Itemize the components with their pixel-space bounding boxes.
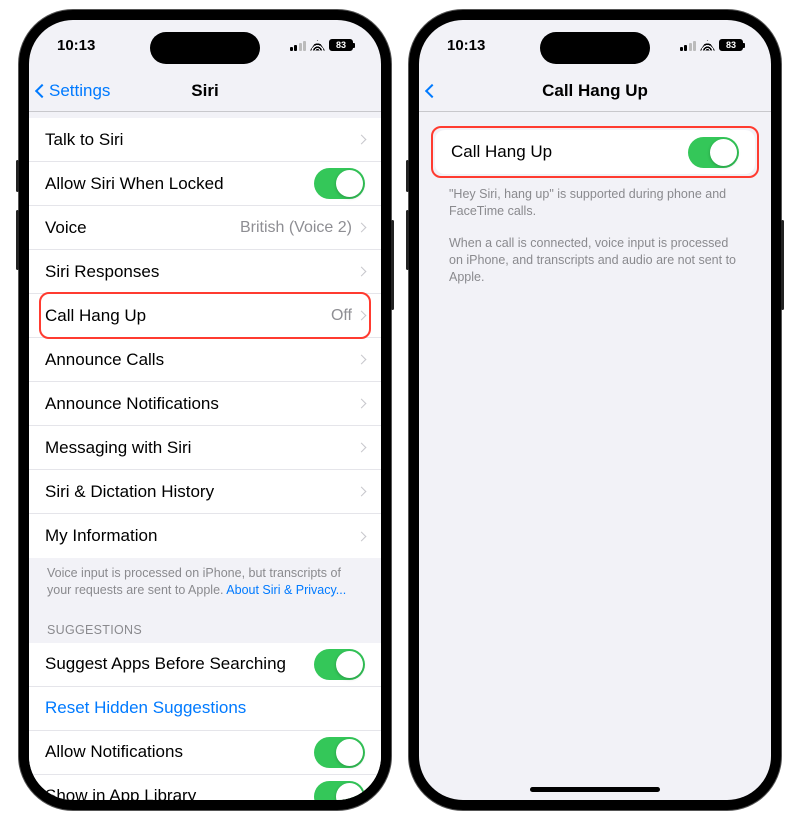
page-title: Call Hang Up <box>419 81 771 101</box>
chevron-right-icon <box>357 311 367 321</box>
row-label: Messaging with Siri <box>45 438 352 458</box>
row-label: Call Hang Up <box>451 142 682 162</box>
chevron-right-icon <box>357 355 367 365</box>
back-button[interactable]: Settings <box>37 81 110 101</box>
chevron-right-icon <box>357 399 367 409</box>
dynamic-island <box>540 32 650 64</box>
toggle-suggest-apps[interactable] <box>314 649 365 680</box>
wifi-icon <box>700 40 715 51</box>
footer-privacy: When a call is connected, voice input is… <box>419 228 771 294</box>
row-call-hang-up-toggle[interactable]: Call Hang Up <box>435 130 755 174</box>
chevron-left-icon <box>35 83 49 97</box>
home-indicator[interactable] <box>530 787 660 792</box>
row-call-hang-up[interactable]: Call Hang Up Off <box>29 294 381 338</box>
row-siri-dictation-history[interactable]: Siri & Dictation History <box>29 470 381 514</box>
battery-level: 83 <box>336 40 346 50</box>
chevron-right-icon <box>357 223 367 233</box>
cellular-signal-icon <box>680 40 697 51</box>
dynamic-island <box>150 32 260 64</box>
row-label: Voice <box>45 218 234 238</box>
row-value: Off <box>331 307 352 325</box>
battery-icon: 83 <box>719 39 743 51</box>
row-announce-notifications[interactable]: Announce Notifications <box>29 382 381 426</box>
chevron-right-icon <box>357 267 367 277</box>
row-label: Show in App Library <box>45 786 308 800</box>
back-button[interactable] <box>427 86 437 96</box>
row-label: Talk to Siri <box>45 130 352 150</box>
about-siri-privacy-link[interactable]: About Siri & Privacy... <box>226 583 346 597</box>
chevron-left-icon <box>425 83 439 97</box>
chevron-right-icon <box>357 531 367 541</box>
row-label: Allow Notifications <box>45 742 308 762</box>
status-time: 10:13 <box>447 37 485 54</box>
row-label: Suggest Apps Before Searching <box>45 654 308 674</box>
row-label: Reset Hidden Suggestions <box>45 698 365 718</box>
status-time: 10:13 <box>57 37 95 54</box>
row-messaging-with-siri[interactable]: Messaging with Siri <box>29 426 381 470</box>
iphone-left: 10:13 83 Settings Siri Talk to Siri <box>19 10 391 810</box>
battery-level: 83 <box>726 40 736 50</box>
row-value: British (Voice 2) <box>240 219 352 237</box>
nav-bar: Call Hang Up <box>419 70 771 112</box>
row-reset-hidden-suggestions[interactable]: Reset Hidden Suggestions <box>29 687 381 731</box>
nav-bar: Settings Siri <box>29 70 381 112</box>
settings-list: Talk to Siri Allow Siri When Locked Voic… <box>29 118 381 558</box>
row-label: My Information <box>45 526 352 546</box>
row-allow-siri-when-locked[interactable]: Allow Siri When Locked <box>29 162 381 206</box>
row-label: Announce Notifications <box>45 394 352 414</box>
suggestions-list: Suggest Apps Before Searching Reset Hidd… <box>29 643 381 800</box>
toggle-call-hang-up[interactable] <box>688 137 739 168</box>
row-label: Allow Siri When Locked <box>45 174 308 194</box>
cellular-signal-icon <box>290 40 307 51</box>
toggle-allow-siri-when-locked[interactable] <box>314 168 365 199</box>
row-suggest-apps-before-searching[interactable]: Suggest Apps Before Searching <box>29 643 381 687</box>
row-allow-notifications[interactable]: Allow Notifications <box>29 731 381 775</box>
row-siri-responses[interactable]: Siri Responses <box>29 250 381 294</box>
row-label: Call Hang Up <box>45 306 325 326</box>
row-label: Siri Responses <box>45 262 352 282</box>
chevron-right-icon <box>357 487 367 497</box>
row-label: Announce Calls <box>45 350 352 370</box>
chevron-right-icon <box>357 443 367 453</box>
row-announce-calls[interactable]: Announce Calls <box>29 338 381 382</box>
row-show-in-app-library[interactable]: Show in App Library <box>29 775 381 800</box>
row-voice[interactable]: Voice British (Voice 2) <box>29 206 381 250</box>
toggle-allow-notifications[interactable] <box>314 737 365 768</box>
battery-icon: 83 <box>329 39 353 51</box>
iphone-right: 10:13 83 Call Hang Up Call Hang Up <box>409 10 781 810</box>
call-hang-up-group: Call Hang Up <box>435 130 755 174</box>
toggle-show-in-app-library[interactable] <box>314 781 365 800</box>
back-label: Settings <box>49 81 110 101</box>
section-header-suggestions: SUGGESTIONS <box>29 607 381 643</box>
siri-privacy-footer: Voice input is processed on iPhone, but … <box>29 558 381 607</box>
row-label: Siri & Dictation History <box>45 482 352 502</box>
wifi-icon <box>310 40 325 51</box>
footer-hey-siri: "Hey Siri, hang up" is supported during … <box>419 174 771 228</box>
row-my-information[interactable]: My Information <box>29 514 381 558</box>
chevron-right-icon <box>357 135 367 145</box>
row-talk-to-siri[interactable]: Talk to Siri <box>29 118 381 162</box>
